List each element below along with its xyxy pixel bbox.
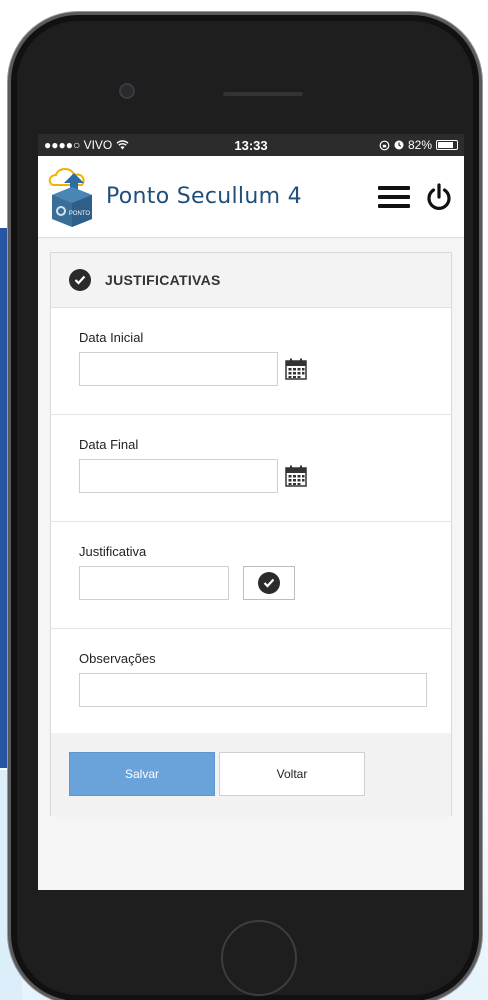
app-logo: PONTO 4 [48,167,96,227]
field-justificativa: Justificativa [51,522,451,629]
data-inicial-label: Data Inicial [79,330,144,345]
observacoes-input[interactable] [79,673,427,707]
header-actions [378,182,454,212]
status-right: 82% [379,138,458,152]
app-title: Ponto Secullum 4 [106,184,302,209]
logo-badge-text: PONTO 4 [69,211,96,217]
data-final-input[interactable] [79,459,278,493]
panel-title: JUSTIFICATIVAS [105,272,221,288]
front-camera [119,83,135,99]
data-final-label: Data Final [79,437,139,452]
alarm-icon [394,140,404,150]
justificativa-input[interactable] [79,566,229,600]
carrier-signal: ●●●●○ VIVO [44,138,113,152]
check-circle-icon [258,572,280,594]
calendar-icon[interactable] [285,465,307,487]
app-header: PONTO 4 Ponto Secullum 4 [38,156,464,238]
back-button[interactable]: Voltar [219,752,365,796]
power-icon[interactable] [424,182,454,212]
data-inicial-input[interactable] [79,352,278,386]
status-left: ●●●●○ VIVO [44,138,129,152]
status-bar: ●●●●○ VIVO 13:33 82% [38,134,464,156]
check-circle-icon [69,269,91,291]
calendar-icon[interactable] [285,358,307,380]
rotation-lock-icon [379,140,390,150]
justificativas-panel: JUSTIFICATIVAS Data Inicial Data Final J… [50,252,452,817]
field-data-inicial: Data Inicial [51,308,451,415]
field-observacoes: Observações [51,629,451,733]
hamburger-menu-icon[interactable] [378,185,410,208]
save-button[interactable]: Salvar [69,752,215,796]
wifi-icon [116,140,129,150]
form-footer: Salvar Voltar [51,733,451,817]
speaker-grille [223,92,303,96]
battery-fill [438,142,453,148]
justificativa-select-button[interactable] [243,566,295,600]
battery-percent: 82% [407,138,432,152]
justificativa-label: Justificativa [79,544,147,559]
panel-header: JUSTIFICATIVAS [51,253,451,308]
battery-icon [436,140,458,150]
field-data-final: Data Final [51,415,451,522]
home-button[interactable] [221,920,297,996]
observacoes-label: Observações [79,651,156,666]
phone-screen: ●●●●○ VIVO 13:33 82% PONTO 4 Ponto Secul… [38,134,464,890]
